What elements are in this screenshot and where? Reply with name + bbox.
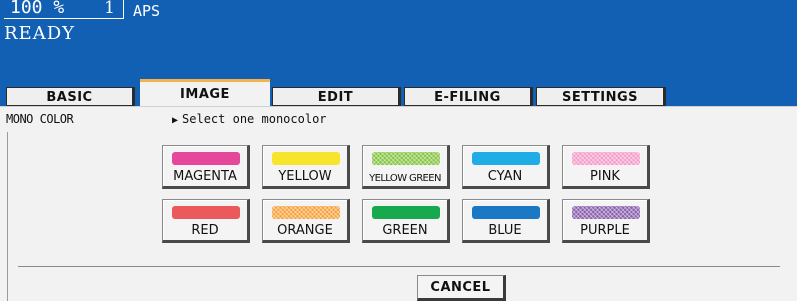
color-label: CYAN	[487, 169, 523, 184]
yellow-swatch	[272, 152, 340, 165]
tab-settings[interactable]: SETTINGS	[536, 87, 666, 106]
orange-swatch	[272, 206, 340, 219]
color-button-yellow[interactable]: YELLOW	[262, 145, 350, 189]
color-button-orange[interactable]: ORANGE	[262, 199, 350, 243]
copy-count: 1	[104, 0, 115, 18]
divider	[18, 266, 780, 267]
paper-mode: APS	[133, 2, 161, 20]
triangle-right-icon: ▶	[172, 115, 179, 126]
tab-bar: BASIC IMAGE EDIT E-FILING SETTINGS	[0, 79, 797, 106]
color-button-blue[interactable]: BLUE	[462, 199, 550, 243]
tab-basic[interactable]: BASIC	[6, 87, 135, 106]
purple-swatch	[572, 206, 640, 219]
tab-image[interactable]: IMAGE	[140, 79, 270, 106]
tab-e-filing[interactable]: E-FILING	[404, 87, 533, 106]
color-label: YELLOW GREEN	[369, 173, 441, 184]
copies-box: 100 % 1	[4, 0, 124, 19]
color-label: GREEN	[382, 223, 428, 238]
color-label: PINK	[590, 169, 620, 184]
green-swatch	[372, 206, 440, 219]
machine-status: READY	[4, 23, 76, 44]
color-button-green[interactable]: GREEN	[362, 199, 450, 243]
function-bar: MONO COLOR ▶ Select one monocolor	[0, 106, 797, 132]
panel-left-edge	[7, 132, 8, 301]
zoom-value: 100 %	[10, 0, 65, 18]
status-bar: 100 % 1 APS READY	[0, 0, 797, 83]
color-label: YELLOW	[278, 169, 332, 184]
blue-swatch	[472, 206, 540, 219]
color-button-purple[interactable]: PURPLE	[562, 199, 650, 243]
function-hint-text: Select one monocolor	[182, 112, 327, 126]
function-title: MONO COLOR	[6, 112, 74, 126]
tab-edit[interactable]: EDIT	[272, 87, 401, 106]
color-label: MAGENTA	[173, 169, 237, 184]
color-label: BLUE	[488, 223, 522, 238]
color-label: PURPLE	[580, 223, 630, 238]
color-button-magenta[interactable]: MAGENTA	[162, 145, 250, 189]
function-hint: ▶ Select one monocolor	[172, 112, 327, 128]
pink-swatch	[572, 152, 640, 165]
color-button-pink[interactable]: PINK	[562, 145, 650, 189]
color-button-cyan[interactable]: CYAN	[462, 145, 550, 189]
cancel-button[interactable]: CANCEL	[417, 275, 506, 301]
color-label: ORANGE	[277, 223, 333, 238]
color-button-yellow-green[interactable]: YELLOW GREEN	[362, 145, 450, 189]
color-button-red[interactable]: RED	[162, 199, 250, 243]
red-swatch	[172, 206, 240, 219]
cyan-swatch	[472, 152, 540, 165]
yellow-green-swatch	[372, 152, 440, 165]
magenta-swatch	[172, 152, 240, 165]
color-label: RED	[191, 223, 219, 238]
